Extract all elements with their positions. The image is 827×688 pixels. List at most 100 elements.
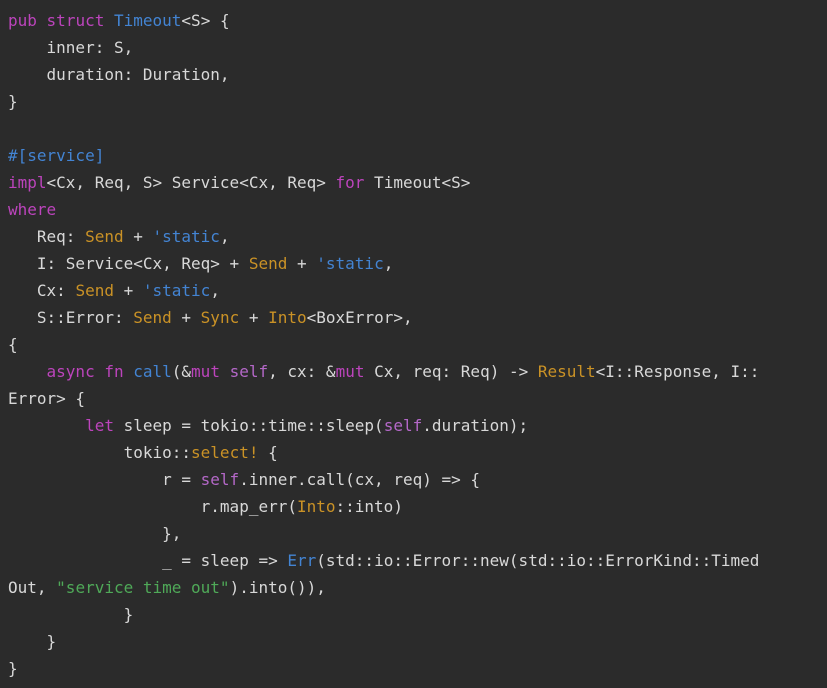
code-token: [104, 11, 114, 30]
code-line: where: [8, 196, 819, 223]
code-token: +: [172, 308, 201, 327]
code-line: [8, 115, 819, 142]
code-token: }: [8, 659, 18, 678]
code-token: mut: [336, 362, 365, 381]
code-token: Req:: [8, 227, 85, 246]
code-block: pub struct Timeout<S> { inner: S, durati…: [8, 7, 819, 682]
code-token: "service time out": [56, 578, 229, 597]
code-token: self: [384, 416, 423, 435]
code-token: +: [114, 281, 143, 300]
code-token: Cx:: [8, 281, 75, 300]
code-token: {: [8, 335, 18, 354]
code-token: }: [8, 92, 18, 111]
code-token: inner: S,: [8, 38, 133, 57]
code-line: Out, "service time out").into()),: [8, 574, 819, 601]
code-token: Error> {: [8, 389, 85, 408]
code-token: Send: [85, 227, 124, 246]
code-token: Timeout: [114, 11, 181, 30]
code-line: },: [8, 520, 819, 547]
code-token: [220, 362, 230, 381]
code-token: Result: [538, 362, 596, 381]
code-token: let: [85, 416, 114, 435]
code-token: [37, 11, 47, 30]
code-line: impl<Cx, Req, S> Service<Cx, Req> for Ti…: [8, 169, 819, 196]
code-token: where: [8, 200, 56, 219]
code-token: S::Error:: [8, 308, 133, 327]
code-token: Timeout<S>: [364, 173, 470, 192]
code-token: <Cx, Req, S> Service<Cx, Req>: [47, 173, 336, 192]
code-token: 'static: [316, 254, 383, 273]
code-token: }: [8, 632, 56, 651]
code-editor[interactable]: pub struct Timeout<S> { inner: S, durati…: [0, 0, 827, 688]
code-line: }: [8, 655, 819, 682]
code-token: Err: [287, 551, 316, 570]
code-line: }: [8, 628, 819, 655]
code-token: Send: [75, 281, 114, 300]
code-token: ,: [220, 227, 230, 246]
code-token: [8, 416, 85, 435]
code-token: [124, 362, 134, 381]
code-token: <I::Response, I::: [596, 362, 760, 381]
code-line: }: [8, 601, 819, 628]
code-token: Sync: [201, 308, 240, 327]
code-token: Into: [268, 308, 307, 327]
code-line: _ = sleep => Err(std::io::Error::new(std…: [8, 547, 819, 574]
code-token: mut: [191, 362, 220, 381]
code-token: duration: Duration,: [8, 65, 230, 84]
code-token: .inner.call(cx, req) => {: [239, 470, 480, 489]
code-token: +: [124, 227, 153, 246]
code-token: r =: [8, 470, 201, 489]
code-token: sleep = tokio::time::sleep(: [114, 416, 384, 435]
code-token: ,: [384, 254, 394, 273]
code-token: #[service]: [8, 146, 104, 165]
code-token: struct: [47, 11, 105, 30]
code-token: Send: [133, 308, 172, 327]
code-token: Cx, req: Req) ->: [364, 362, 537, 381]
code-token: tokio::: [8, 443, 191, 462]
code-token: call: [133, 362, 172, 381]
code-token: _ = sleep =>: [8, 551, 287, 570]
code-line: let sleep = tokio::time::sleep(self.dura…: [8, 412, 819, 439]
code-line: #[service]: [8, 142, 819, 169]
code-token: self: [201, 470, 240, 489]
code-token: ::into): [336, 497, 403, 516]
code-token: r.map_err(: [8, 497, 297, 516]
code-token: [95, 362, 105, 381]
code-token: 'static: [153, 227, 220, 246]
code-token: Into: [297, 497, 336, 516]
code-token: [8, 362, 47, 381]
code-token: , cx: &: [268, 362, 335, 381]
code-token: <BoxError>,: [307, 308, 413, 327]
code-token: self: [230, 362, 269, 381]
code-line: S::Error: Send + Sync + Into<BoxError>,: [8, 304, 819, 331]
code-line: {: [8, 331, 819, 358]
code-line: Req: Send + 'static,: [8, 223, 819, 250]
code-token: for: [336, 173, 365, 192]
code-token: },: [8, 524, 181, 543]
code-line: duration: Duration,: [8, 61, 819, 88]
code-token: async: [47, 362, 95, 381]
code-line: r.map_err(Into::into): [8, 493, 819, 520]
code-token: {: [258, 443, 277, 462]
code-line: inner: S,: [8, 34, 819, 61]
code-token: }: [8, 605, 133, 624]
code-line: pub struct Timeout<S> {: [8, 7, 819, 34]
code-token: ).into()),: [230, 578, 326, 597]
code-token: (&: [172, 362, 191, 381]
code-token: select!: [191, 443, 258, 462]
code-line: I: Service<Cx, Req> + Send + 'static,: [8, 250, 819, 277]
code-token: pub: [8, 11, 37, 30]
code-token: .duration);: [422, 416, 528, 435]
code-line: Error> {: [8, 385, 819, 412]
code-token: fn: [104, 362, 123, 381]
code-token: (std::io::Error::new(std::io::ErrorKind:…: [316, 551, 759, 570]
code-token: Send: [249, 254, 288, 273]
code-token: +: [287, 254, 316, 273]
code-token: Out,: [8, 578, 56, 597]
code-line: tokio::select! {: [8, 439, 819, 466]
code-token: <S> {: [181, 11, 229, 30]
code-token: +: [239, 308, 268, 327]
code-token: I: Service<Cx, Req> +: [8, 254, 249, 273]
code-line: }: [8, 88, 819, 115]
code-line: r = self.inner.call(cx, req) => {: [8, 466, 819, 493]
